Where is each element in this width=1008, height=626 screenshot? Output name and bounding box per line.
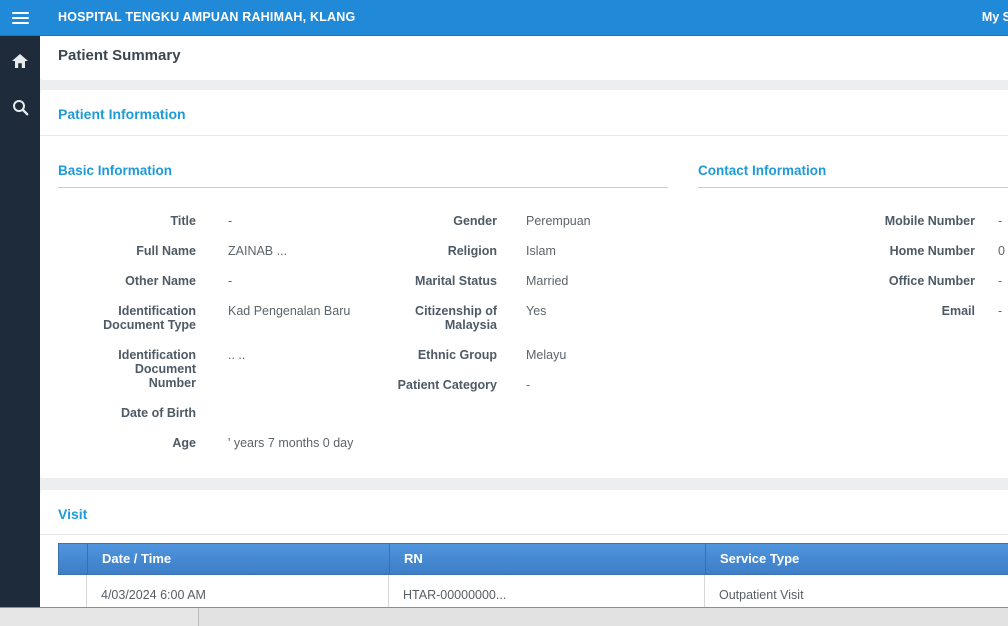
contact-information-panel: Contact Information Mobile Number - Home… (698, 136, 1008, 466)
field-marital-status: Marital Status Married (358, 274, 678, 288)
header-cell-rn: RN (389, 544, 705, 574)
field-ethnic-group: Ethnic Group Melayu (358, 348, 678, 362)
basic-info-right-column: Gender Perempuan Religion Islam Marital … (358, 214, 678, 466)
visit-table-header: Date / Time RN Service Type (58, 543, 1008, 575)
basic-info-left-column: Title - Full Name ZAINAB ... Other Name … (58, 214, 358, 466)
field-patient-category: Patient Category - (358, 378, 678, 392)
visit-card: Visit Date / Time RN Service Type 4/03/2… (40, 490, 1008, 626)
page-title: Patient Summary (40, 36, 1008, 64)
basic-information-heading: Basic Information (58, 163, 688, 178)
field-age: Age ' years 7 months 0 day (58, 436, 358, 450)
header-cell-service-type: Service Type (705, 544, 1008, 574)
sidebar (0, 36, 40, 626)
field-title: Title - (58, 214, 358, 228)
patient-information-heading: Patient Information (40, 90, 1008, 135)
hamburger-menu-icon[interactable] (0, 0, 40, 35)
field-full-name: Full Name ZAINAB ... (58, 244, 358, 258)
bottom-scrollbar-area[interactable] (0, 607, 1008, 626)
visit-heading: Visit (40, 490, 1008, 522)
field-gender: Gender Perempuan (358, 214, 678, 228)
field-id-document-number: Identification Document Number .. .. (58, 348, 358, 390)
header-cell-blank (59, 544, 87, 574)
hospital-title: HOSPITAL TENGKU AMPUAN RAHIMAH, KLANG (58, 0, 355, 35)
field-citizenship: Citizenship of Malaysia Yes (358, 304, 678, 332)
my-settings-link[interactable]: My S (982, 0, 1008, 34)
home-icon (12, 54, 28, 69)
divider (58, 187, 668, 188)
divider (40, 534, 1008, 535)
field-id-document-type: Identification Document Type Kad Pengena… (58, 304, 358, 332)
bottom-bar-left-segment (0, 608, 199, 626)
divider (698, 187, 1008, 188)
main-content: Patient Summary Patient Information Basi… (40, 36, 1008, 626)
field-religion: Religion Islam (358, 244, 678, 258)
patient-summary-card: Patient Summary (40, 36, 1008, 80)
sidebar-item-home[interactable] (0, 38, 40, 84)
field-home-number: Home Number 0 (698, 244, 1008, 258)
field-email: Email - (698, 304, 1008, 318)
visit-table: Date / Time RN Service Type 4/03/2024 6:… (58, 543, 1008, 615)
field-other-name: Other Name - (58, 274, 358, 288)
basic-information-panel: Basic Information Title - Full Name ZAIN… (58, 136, 688, 466)
field-office-number: Office Number - (698, 274, 1008, 288)
header-cell-date-time: Date / Time (87, 544, 389, 574)
search-icon (12, 99, 29, 116)
field-mobile-number: Mobile Number - (698, 214, 1008, 228)
top-bar: HOSPITAL TENGKU AMPUAN RAHIMAH, KLANG My… (0, 0, 1008, 36)
contact-information-heading: Contact Information (698, 163, 1008, 178)
patient-information-card: Patient Information Basic Information Ti… (40, 90, 1008, 478)
field-date-of-birth: Date of Birth (58, 406, 358, 420)
sidebar-item-search[interactable] (0, 84, 40, 130)
